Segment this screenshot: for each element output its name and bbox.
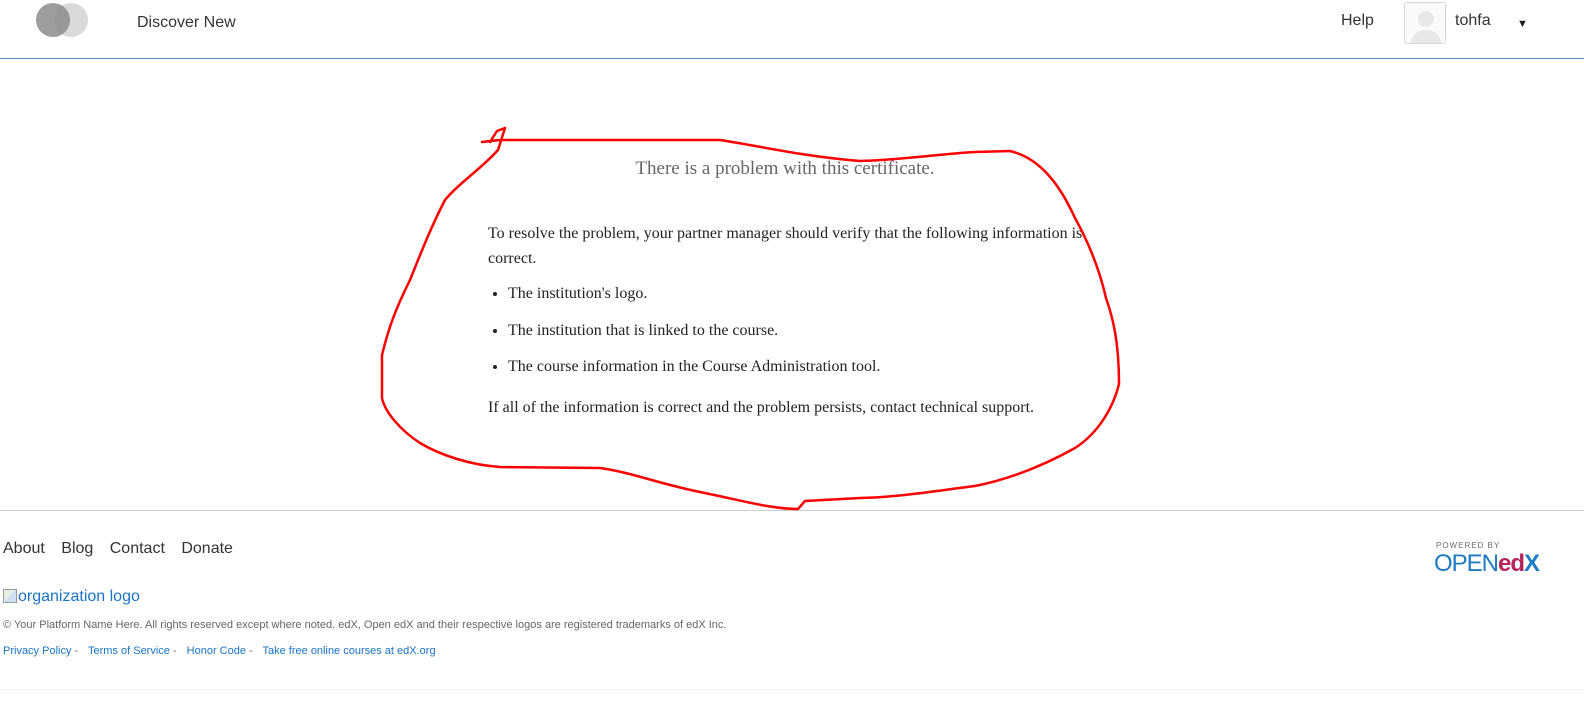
logo-icon (36, 3, 88, 37)
site-footer: About Blog Contact Donate organization l… (0, 510, 1584, 718)
edx-courses-link[interactable]: Take free online courses at edX.org (263, 645, 436, 657)
footer-link-about[interactable]: About (3, 540, 45, 557)
certificate-error-title: There is a problem with this certificate… (635, 158, 935, 179)
list-item: The institution's logo. (508, 283, 1088, 320)
copyright-text: © Your Platform Name Here. All rights re… (3, 619, 727, 631)
powered-by-openedx-logo[interactable]: POWERED BY OPENedX (1434, 541, 1564, 581)
verification-list: The institution's logo. The institution … (488, 283, 1088, 393)
openedx-wordmark: OPENedX (1434, 550, 1540, 577)
organization-logo-alt: organization logo (18, 588, 140, 605)
terms-of-service-link[interactable]: Terms of Service (88, 645, 170, 657)
site-header: Discover New Help tohfa ▼ (0, 0, 1584, 59)
footer-link-donate[interactable]: Donate (181, 540, 233, 557)
user-menu[interactable]: tohfa ▼ (1404, 2, 1534, 46)
privacy-policy-link[interactable]: Privacy Policy (3, 645, 71, 657)
organization-logo[interactable]: organization logo (3, 588, 140, 606)
site-logo[interactable] (36, 3, 92, 39)
footer-link-contact[interactable]: Contact (110, 540, 165, 557)
certificate-content: There is a problem with this certificate… (0, 60, 1584, 510)
footer-nav: About Blog Contact Donate (3, 540, 245, 558)
legal-links: Privacy Policy - Terms of Service - Honor … (3, 645, 436, 657)
nav-discover-new[interactable]: Discover New (137, 14, 236, 32)
broken-image-icon (3, 589, 17, 603)
footer-link-blog[interactable]: Blog (61, 540, 93, 557)
powered-by-label: POWERED BY (1436, 541, 1501, 550)
honor-code-link[interactable]: Honor Code (187, 645, 246, 657)
certificate-error-closing: If all of the information is correct and… (488, 399, 1035, 416)
footer-divider (0, 689, 1584, 690)
username[interactable]: tohfa (1455, 12, 1491, 30)
list-item: The course information in the Course Adm… (508, 356, 1088, 393)
certificate-error-intro: To resolve the problem, your partner man… (488, 225, 1083, 267)
list-item: The institution that is linked to the co… (508, 320, 1088, 357)
help-link[interactable]: Help (1341, 12, 1374, 30)
caret-down-icon[interactable]: ▼ (1517, 18, 1528, 30)
user-silhouette-icon (1410, 11, 1442, 43)
avatar[interactable] (1404, 2, 1446, 44)
